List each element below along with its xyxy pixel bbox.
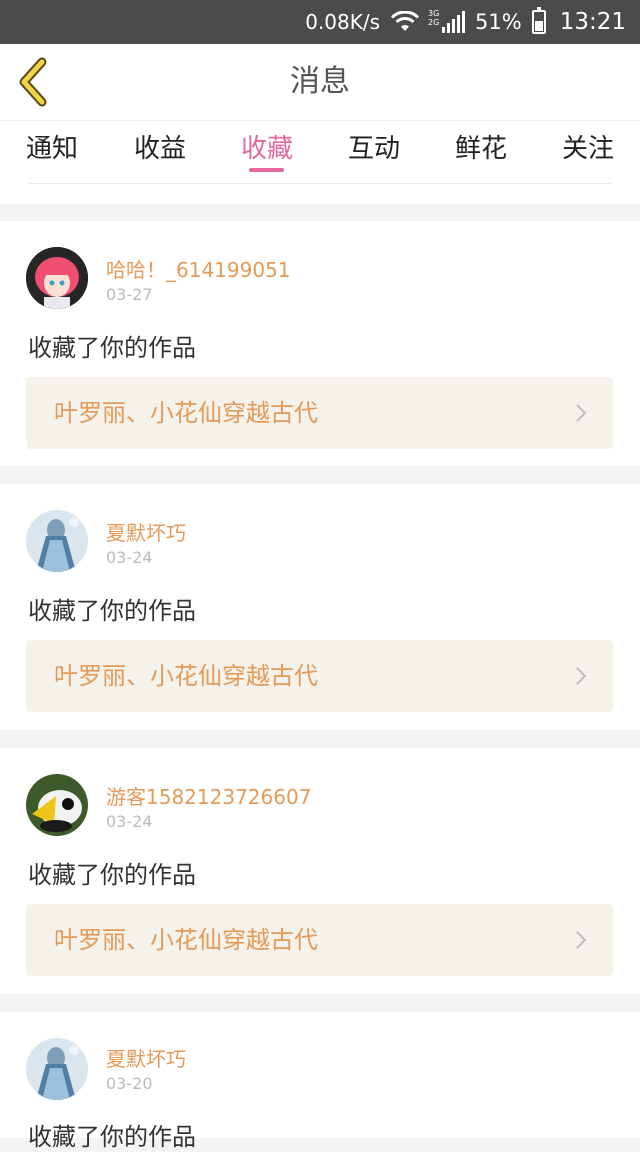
wifi-icon — [390, 11, 420, 31]
avatar[interactable] — [26, 510, 88, 572]
divider — [28, 183, 612, 184]
avatar[interactable] — [26, 774, 88, 836]
avatar-illustration-image — [26, 510, 88, 572]
network-type: 3G 2G — [428, 9, 440, 27]
user-name[interactable]: 夏默坏巧 — [106, 1043, 186, 1072]
status-bar-right: 0.08K/s 3G 2G 51% 13:21 — [305, 0, 626, 44]
tab-bar: 通知 收益 收藏 互动 鲜花 关注 — [0, 120, 640, 204]
avatar-anime-girl-image — [26, 247, 88, 309]
message-text: 收藏了你的作品 — [28, 1123, 196, 1151]
message-date: 03-20 — [106, 1074, 153, 1093]
avatar[interactable] — [26, 1038, 88, 1100]
active-tab-indicator — [249, 168, 284, 172]
work-link[interactable]: 叶罗丽、小花仙穿越古代 — [26, 377, 613, 449]
page-title: 消息 — [290, 64, 350, 99]
user-name[interactable]: 夏默坏巧 — [106, 517, 186, 546]
work-title: 叶罗丽、小花仙穿越古代 — [54, 662, 318, 690]
tab-flowers[interactable]: 鲜花 — [453, 121, 509, 183]
battery-percent: 51% — [475, 10, 522, 34]
work-title: 叶罗丽、小花仙穿越古代 — [54, 926, 318, 954]
tab-following[interactable]: 关注 — [560, 121, 616, 183]
chevron-right-icon — [576, 404, 587, 422]
work-link[interactable]: 叶罗丽、小花仙穿越古代 — [26, 904, 613, 976]
message-card: 哈哈！_614199051 03-27 收藏了你的作品 叶罗丽、小花仙穿越古代 — [0, 221, 640, 466]
header: 消息 — [0, 44, 640, 120]
network-speed: 0.08K/s — [305, 10, 381, 34]
message-date: 03-24 — [106, 812, 153, 831]
avatar-illustration-image — [26, 1038, 88, 1100]
user-name[interactable]: 哈哈！_614199051 — [106, 254, 291, 283]
work-link[interactable]: 叶罗丽、小花仙穿越古代 — [26, 640, 613, 712]
message-card: 夏默坏巧 03-20 收藏了你的作品 — [0, 1012, 640, 1151]
tab-earnings[interactable]: 收益 — [132, 121, 188, 183]
battery-icon — [531, 7, 546, 34]
message-text: 收藏了你的作品 — [28, 861, 196, 889]
message-card: 游客1582123726607 03-24 收藏了你的作品 叶罗丽、小花仙穿越古… — [0, 748, 640, 994]
work-title: 叶罗丽、小花仙穿越古代 — [54, 399, 318, 427]
message-text: 收藏了你的作品 — [28, 597, 196, 625]
clock: 13:21 — [559, 9, 626, 35]
tab-favorites[interactable]: 收藏 — [239, 121, 295, 183]
message-date: 03-27 — [106, 285, 153, 304]
status-bar: 0.08K/s 3G 2G 51% 13:21 — [0, 0, 640, 44]
message-date: 03-24 — [106, 548, 153, 567]
message-text: 收藏了你的作品 — [28, 334, 196, 362]
tab-notification[interactable]: 通知 — [24, 121, 80, 183]
user-name[interactable]: 游客1582123726607 — [106, 781, 311, 810]
avatar[interactable] — [26, 247, 88, 309]
avatar-cartoon-image — [26, 774, 88, 836]
tab-interaction[interactable]: 互动 — [346, 121, 402, 183]
cellular-signal-icon: 3G 2G — [428, 9, 466, 33]
chevron-right-icon — [576, 667, 587, 685]
chevron-right-icon — [576, 931, 587, 949]
message-card: 夏默坏巧 03-24 收藏了你的作品 叶罗丽、小花仙穿越古代 — [0, 484, 640, 730]
